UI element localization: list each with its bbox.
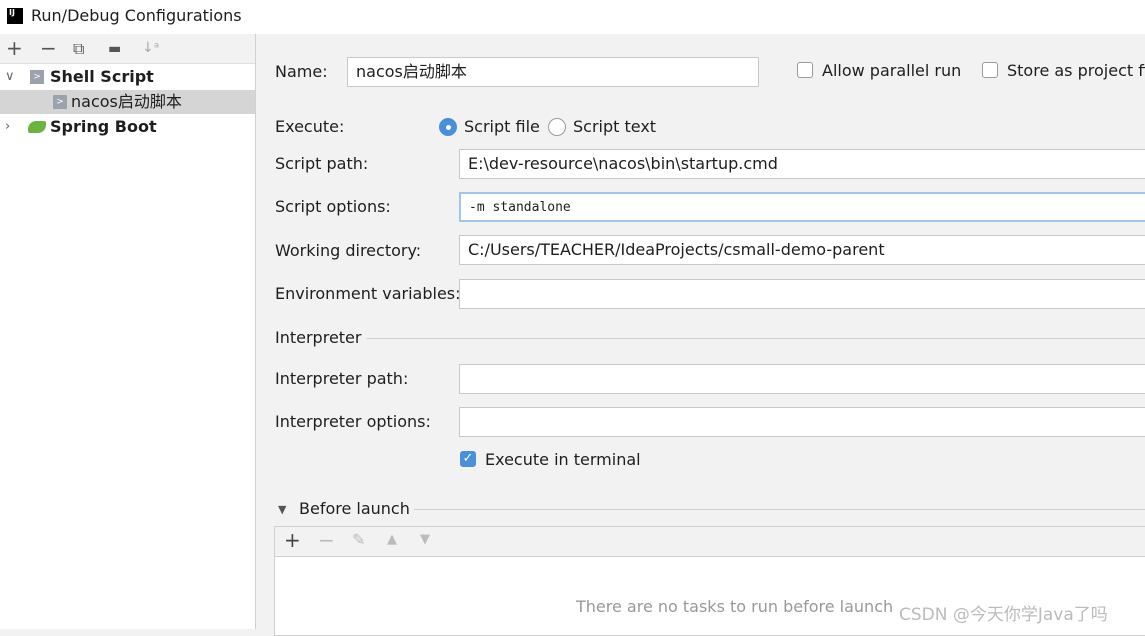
name-label: Name: xyxy=(275,62,328,81)
execute-terminal-label: Execute in terminal xyxy=(485,450,641,469)
tree-item-label: Spring Boot xyxy=(50,117,157,136)
script-options-label: Script options: xyxy=(275,197,391,216)
interp-path-input[interactable] xyxy=(459,364,1145,394)
script-file-radio[interactable] xyxy=(439,118,457,136)
env-input[interactable] xyxy=(459,279,1145,309)
shell-script-icon: > xyxy=(30,70,44,84)
title-bar: IJ Run/Debug Configurations xyxy=(0,0,1145,34)
store-project-label: Store as project file xyxy=(1007,61,1145,80)
name-input[interactable]: nacos启动脚本 xyxy=(347,57,759,87)
new-folder-icon[interactable]: ▬ xyxy=(108,41,121,57)
tree-item-nacos[interactable]: > nacos启动脚本 xyxy=(0,90,255,114)
store-project-checkbox[interactable] xyxy=(982,62,998,78)
window-title: Run/Debug Configurations xyxy=(31,6,242,25)
intellij-logo-icon: IJ xyxy=(7,8,23,24)
divider xyxy=(414,509,1145,510)
script-options-input[interactable]: -m standalone xyxy=(459,192,1145,222)
move-down-icon[interactable]: ▼ xyxy=(420,532,430,547)
divider xyxy=(366,338,1145,339)
sidebar-toolbar: + − ⧉ ▬ ↓ᵃ xyxy=(0,34,255,64)
interp-path-label: Interpreter path: xyxy=(275,369,409,388)
config-sidebar: + − ⧉ ▬ ↓ᵃ ∨ > Shell Script > nacos启动脚本 … xyxy=(0,34,256,629)
allow-parallel-checkbox[interactable] xyxy=(797,62,813,78)
spring-boot-icon xyxy=(28,121,46,133)
script-file-label: Script file xyxy=(464,117,540,136)
tree-item-label: Shell Script xyxy=(50,67,154,86)
empty-tasks-message: There are no tasks to run before launch xyxy=(576,597,894,616)
interpreter-section-label: Interpreter xyxy=(275,328,362,347)
edit-task-icon[interactable]: ✎ xyxy=(352,530,365,549)
copy-icon[interactable]: ⧉ xyxy=(73,39,84,59)
allow-parallel-label: Allow parallel run xyxy=(822,61,962,80)
remove-icon[interactable]: − xyxy=(40,36,57,60)
working-dir-label: Working directory: xyxy=(275,241,422,260)
tree-item-spring-boot[interactable]: › Spring Boot xyxy=(0,115,255,139)
chevron-right-icon[interactable]: › xyxy=(5,115,10,139)
move-up-icon[interactable]: ▲ xyxy=(387,532,397,547)
before-launch-toolbar: + − ✎ ▲ ▼ xyxy=(275,527,1145,557)
execute-label: Execute: xyxy=(275,117,345,136)
script-path-label: Script path: xyxy=(275,154,369,173)
interp-options-label: Interpreter options: xyxy=(275,412,431,431)
script-path-input[interactable]: E:\dev-resource\nacos\bin\startup.cmd xyxy=(459,149,1145,179)
tree-item-shell-script[interactable]: ∨ > Shell Script xyxy=(0,65,255,89)
interp-options-input[interactable] xyxy=(459,407,1145,437)
before-launch-title[interactable]: Before launch xyxy=(299,499,410,518)
script-text-label: Script text xyxy=(573,117,657,136)
add-icon[interactable]: + xyxy=(6,36,23,60)
env-label: Environment variables: xyxy=(275,284,461,303)
collapse-triangle-icon[interactable]: ▼ xyxy=(278,503,286,516)
working-dir-input[interactable]: C:/Users/TEACHER/IdeaProjects/csmall-dem… xyxy=(459,235,1145,265)
tree-item-label: nacos启动脚本 xyxy=(71,92,182,111)
remove-task-icon[interactable]: − xyxy=(318,528,335,552)
script-text-radio[interactable] xyxy=(548,118,566,136)
add-task-icon[interactable]: + xyxy=(284,528,301,552)
shell-script-icon: > xyxy=(53,95,67,109)
watermark: CSDN @今天你学Java了吗 xyxy=(899,605,1108,625)
execute-terminal-checkbox[interactable]: ✓ xyxy=(460,451,476,467)
sort-icon[interactable]: ↓ᵃ xyxy=(142,40,159,56)
chevron-down-icon[interactable]: ∨ xyxy=(5,65,15,89)
